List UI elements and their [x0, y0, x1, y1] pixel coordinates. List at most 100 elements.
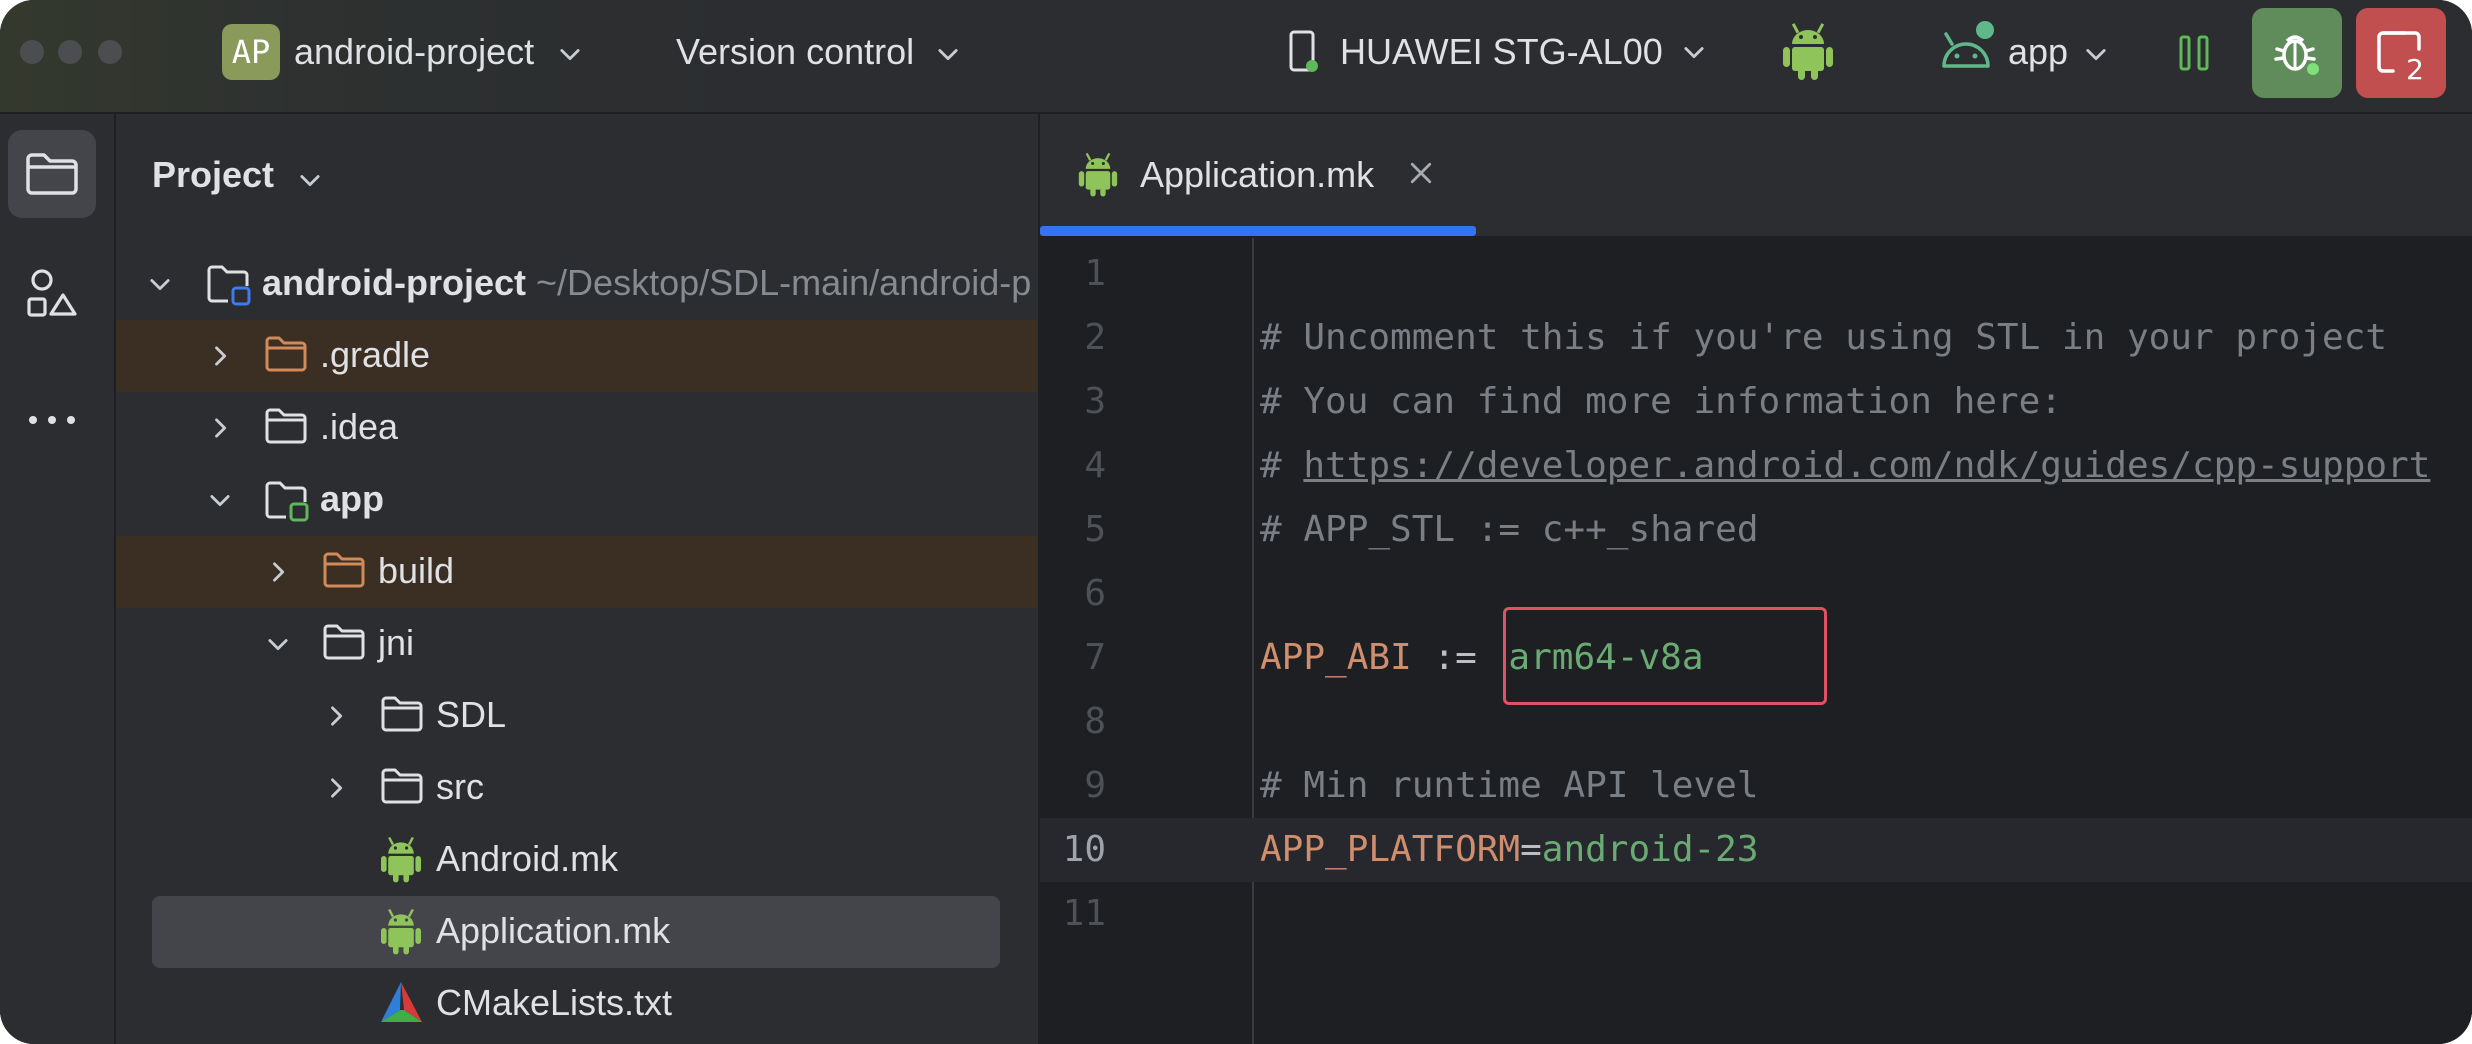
- line-number: 6: [1084, 573, 1106, 614]
- tree-label: app: [320, 478, 385, 519]
- code-line[interactable]: 2 # Uncomment this if you're using STL i…: [1040, 306, 2472, 370]
- chevron-right-icon[interactable]: [264, 558, 292, 586]
- tree-row-build[interactable]: build: [116, 536, 1038, 608]
- line-number: 4: [1084, 445, 1106, 486]
- chevron-down-icon: [2086, 49, 2106, 61]
- chevron-down-icon[interactable]: [206, 486, 234, 514]
- folder-icon: [323, 552, 365, 588]
- project-panel-title[interactable]: Project: [152, 154, 274, 196]
- window-close-dot[interactable]: [20, 40, 44, 64]
- line-number: 8: [1084, 701, 1106, 742]
- code-comment-hash: #: [1260, 445, 1304, 486]
- tree-label: CMakeLists.txt: [436, 982, 673, 1023]
- module-folder-icon: [207, 265, 251, 306]
- code-line[interactable]: 5 # APP_STL := c++_shared: [1040, 498, 2472, 562]
- tree-row-sdl[interactable]: SDL: [116, 680, 1038, 752]
- android-icon: [1078, 152, 1118, 197]
- tool-window-strip: [0, 114, 116, 1044]
- folder-icon: [265, 336, 307, 372]
- folder-icon: [265, 408, 307, 444]
- structure-tool-button[interactable]: [8, 250, 96, 338]
- code-line[interactable]: 4 # https://developer.android.com/ndk/gu…: [1040, 434, 2472, 498]
- tree-row-jni[interactable]: jni: [116, 608, 1038, 680]
- tree-row-app[interactable]: app: [116, 464, 1038, 536]
- code-comment: # Uncomment this if you're using STL in …: [1260, 317, 2388, 358]
- tab-application-mk[interactable]: Application.mk: [1040, 114, 1476, 236]
- tree-row-application-mk[interactable]: Application.mk: [152, 896, 1000, 968]
- chevron-down-icon: [560, 49, 580, 61]
- project-panel: Project android-project ~/Desktop/SDL-ma…: [116, 114, 1040, 1044]
- title-bar: AP android-project Version control HUAWE…: [0, 0, 2472, 114]
- window-minimize-dot[interactable]: [58, 40, 82, 64]
- android-icon: [381, 836, 421, 883]
- chevron-down-icon: [1684, 47, 1704, 59]
- code-operator: :=: [1411, 637, 1499, 678]
- line-number: 5: [1084, 509, 1106, 550]
- chevron-down-icon: [938, 49, 958, 61]
- tree-label: jni: [378, 622, 415, 663]
- chevron-down-icon[interactable]: [146, 270, 174, 298]
- line-number: 2: [1084, 317, 1106, 358]
- tree-row-src[interactable]: src: [116, 752, 1038, 824]
- chevron-down-icon[interactable]: [264, 630, 292, 658]
- chevron-right-icon[interactable]: [322, 774, 350, 802]
- tree-row-gradle[interactable]: .gradle: [116, 320, 1038, 392]
- device-selector[interactable]: HUAWEI STG-AL00: [1340, 30, 1663, 74]
- debug-button[interactable]: [2252, 8, 2342, 98]
- project-name-dropdown[interactable]: android-project: [294, 30, 534, 74]
- code-line[interactable]: 11: [1040, 882, 2472, 946]
- tree-label: Android.mk: [436, 838, 619, 879]
- android-icon: [381, 908, 421, 955]
- chevron-right-icon[interactable]: [322, 702, 350, 730]
- tree-row-android-project[interactable]: android-project ~/Desktop/SDL-main/andro…: [116, 248, 1038, 320]
- code-variable: APP_ABI: [1260, 637, 1412, 678]
- code-line[interactable]: 9 # Min runtime API level: [1040, 754, 2472, 818]
- active-tab-indicator: [1040, 226, 1476, 236]
- chevron-right-icon[interactable]: [206, 342, 234, 370]
- line-number: 10: [1062, 829, 1106, 870]
- code-line[interactable]: 1: [1040, 242, 2472, 306]
- android-icon[interactable]: [1782, 22, 1834, 82]
- folder-icon: [26, 153, 78, 195]
- device-mirror-button[interactable]: 2: [2356, 8, 2446, 98]
- code-url-link[interactable]: https://developer.android.com/ndk/guides…: [1303, 445, 2430, 486]
- tree-label: SDL: [436, 694, 507, 735]
- tree-label: build: [378, 550, 455, 591]
- module-folder-icon: [265, 481, 309, 522]
- line-number: 9: [1084, 765, 1106, 806]
- line-number: 1: [1084, 253, 1106, 294]
- folder-icon: [381, 768, 423, 804]
- project-badge[interactable]: AP: [222, 24, 280, 80]
- code-line[interactable]: 3 # You can find more information here:: [1040, 370, 2472, 434]
- tree-label: src: [436, 766, 484, 807]
- code-variable: APP_PLATFORM: [1260, 829, 1521, 870]
- tree-label: .gradle: [320, 334, 431, 375]
- cmake-icon: [381, 982, 422, 1022]
- project-tool-button[interactable]: [8, 130, 96, 218]
- tree-row-cmakelists[interactable]: CMakeLists.txt: [116, 968, 1038, 1040]
- tree-label: android-project: [262, 262, 527, 303]
- code-operator: =: [1520, 829, 1542, 870]
- editor-tab-bar: Application.mk: [1040, 114, 2472, 238]
- code-line-current[interactable]: 10 APP_PLATFORM=android-23: [1040, 818, 2472, 882]
- tree-row-android-mk[interactable]: Android.mk: [116, 824, 1038, 896]
- folder-icon: [323, 624, 365, 660]
- run-config-selector[interactable]: app: [2008, 30, 2068, 74]
- debug-bug-icon: [2274, 35, 2319, 75]
- version-control-dropdown[interactable]: Version control: [676, 30, 914, 74]
- phone-icon: [1289, 30, 1318, 72]
- line-number: 7: [1084, 637, 1106, 678]
- line-number: 3: [1084, 381, 1106, 422]
- tab-label: Application.mk: [1140, 154, 1375, 195]
- chevron-right-icon[interactable]: [206, 414, 234, 442]
- device-badge-count: 2: [2406, 53, 2424, 83]
- tree-row-idea[interactable]: .idea: [116, 392, 1038, 464]
- pause-icon[interactable]: [2178, 34, 2212, 72]
- close-icon[interactable]: [1406, 158, 1436, 188]
- highlight-box-annotation: [1503, 607, 1827, 705]
- more-tools-button[interactable]: [8, 376, 96, 464]
- chevron-down-icon[interactable]: [296, 166, 324, 194]
- device-mirror-icon: 2: [2377, 31, 2424, 83]
- window-zoom-dot[interactable]: [98, 40, 122, 64]
- code-value: android-23: [1541, 829, 1759, 870]
